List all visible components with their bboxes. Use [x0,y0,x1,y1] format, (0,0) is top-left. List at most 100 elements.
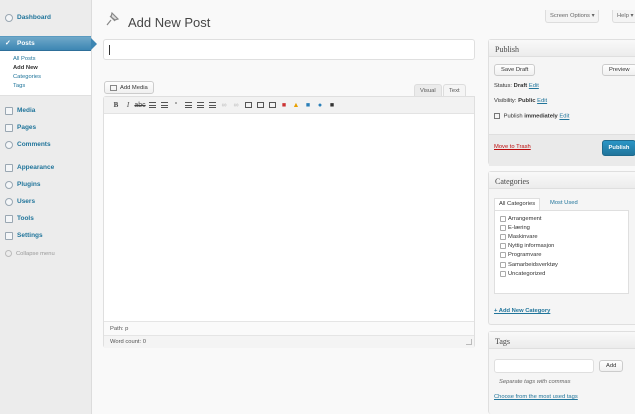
menu-dashboard[interactable]: Dashboard [0,9,91,26]
category-item[interactable]: E-læring [500,223,623,232]
menu-media-label: Media [17,107,36,114]
menu-plugins[interactable]: Plugins [0,176,91,193]
editor-path: Path: p [104,321,474,335]
menu-settings-label: Settings [17,232,43,239]
word-count: Word count: 0 [104,335,474,348]
tab-visual[interactable]: Visual [414,84,442,96]
media-embed-icon[interactable]: ● [316,101,324,109]
italic-icon[interactable]: I [124,101,132,109]
visibility-value: Public [518,98,536,104]
align-center-icon[interactable] [196,101,204,109]
edit-status-link[interactable]: Edit [529,83,539,89]
schedule-row: Publish immediately Edit [494,113,569,120]
tab-text[interactable]: Text [443,84,466,96]
category-label: Arrangement [508,215,542,222]
paste-text-icon[interactable]: ■ [304,101,312,109]
checkbox[interactable] [500,233,506,240]
add-media-label: Add Media [120,84,148,91]
users-icon [5,197,13,206]
admin-sidebar: Dashboard ✓ Posts All Posts Add New Cate… [0,0,97,414]
visibility-label: Visibility: [494,98,517,104]
help-icon[interactable]: ■ [328,101,336,109]
status-value: Draft [513,83,528,89]
add-new-category-link[interactable]: + Add New Category [494,308,550,314]
submenu-tags[interactable]: Tags [13,82,91,91]
category-item[interactable]: Arrangement [500,214,623,223]
category-item[interactable]: Uncategorized [500,269,623,278]
edit-schedule-link[interactable]: Edit [559,114,569,120]
plugins-icon [5,180,13,189]
tab-most-used[interactable]: Most Used [546,198,582,210]
dashboard-icon [5,13,13,22]
fullscreen-icon[interactable] [256,101,264,109]
category-item[interactable]: Samarbeidsverktøy [500,260,623,269]
schedule-label: Publish [503,113,523,120]
checkbox[interactable] [500,270,506,277]
strikethrough-icon[interactable]: abc [134,101,145,109]
link-icon[interactable]: ∞ [220,101,228,109]
more-tag-icon[interactable] [244,101,252,109]
menu-tools[interactable]: Tools [0,210,91,227]
publish-button[interactable]: Publish [602,140,635,156]
category-item[interactable]: Maskinvare [500,232,623,241]
choose-most-used-tags-link[interactable]: Choose from the most used tags [494,394,578,400]
resize-handle[interactable] [466,339,472,345]
menu-media[interactable]: Media [0,102,91,119]
menu-comments[interactable]: Comments [0,136,91,153]
blockquote-icon[interactable]: “ [172,101,180,109]
submenu-categories[interactable]: Categories [13,73,91,82]
menu-appearance-label: Appearance [17,164,55,171]
bullet-list-icon[interactable] [148,101,156,109]
pin-icon [106,11,120,26]
category-label: E-læring [508,224,530,231]
align-right-icon[interactable] [208,101,216,109]
categories-box-title: Categories [489,172,635,189]
category-item[interactable]: Nyttig informasjon [500,242,623,251]
move-to-trash-link[interactable]: Move to Trash [494,144,531,150]
kitchen-sink-icon[interactable] [268,101,276,109]
tab-all-categories[interactable]: All Categories [494,198,541,210]
add-media-button[interactable]: Add Media [104,81,154,94]
submenu-all-posts[interactable]: All Posts [13,55,91,64]
menu-users-label: Users [17,198,36,205]
publish-box-title: Publish [489,40,635,57]
menu-dashboard-label: Dashboard [17,14,51,21]
publish-box: Publish Save Draft Preview Status: Draft… [488,39,635,166]
save-draft-button[interactable]: Save Draft [494,64,536,76]
align-left-icon[interactable] [184,101,192,109]
format-icon[interactable]: ■ [280,101,288,109]
category-label: Uncategorized [508,270,546,277]
collapse-menu-label: Collapse menu [16,250,55,257]
edit-visibility-link[interactable]: Edit [537,98,547,104]
add-tag-button[interactable]: Add [599,360,624,372]
submenu-add-new[interactable]: Add New [13,64,91,73]
checkbox[interactable] [500,261,506,268]
page-title: Add New Post [128,15,211,30]
media-icon [110,84,117,91]
bold-icon[interactable]: B [112,101,120,109]
menu-users[interactable]: Users [0,193,91,210]
collapse-menu[interactable]: Collapse menu [0,250,91,257]
post-title-input[interactable] [103,39,475,60]
menu-posts-label: Posts [17,40,35,47]
numbered-list-icon[interactable] [160,101,168,109]
menu-settings[interactable]: Settings [0,227,91,244]
menu-posts[interactable]: ✓ Posts [0,36,97,51]
tag-input[interactable] [494,359,594,373]
help-tab[interactable]: Help ▾ [612,10,635,23]
screen-options-tab[interactable]: Screen Options ▾ [545,10,600,23]
comments-icon [5,140,13,149]
unlink-icon[interactable]: ∞ [232,101,240,109]
menu-comments-label: Comments [17,141,51,148]
category-item[interactable]: Programvare [500,251,623,260]
checkbox[interactable] [500,215,506,222]
checkbox[interactable] [500,243,506,250]
checkbox[interactable] [500,224,506,231]
menu-pages[interactable]: Pages [0,119,91,136]
menu-plugins-label: Plugins [17,181,41,188]
preview-button[interactable]: Preview [602,64,635,76]
editor-content-area[interactable] [104,114,474,321]
menu-appearance[interactable]: Appearance [0,159,91,176]
checkbox[interactable] [500,252,506,259]
text-color-icon[interactable]: ▲ [292,101,300,109]
